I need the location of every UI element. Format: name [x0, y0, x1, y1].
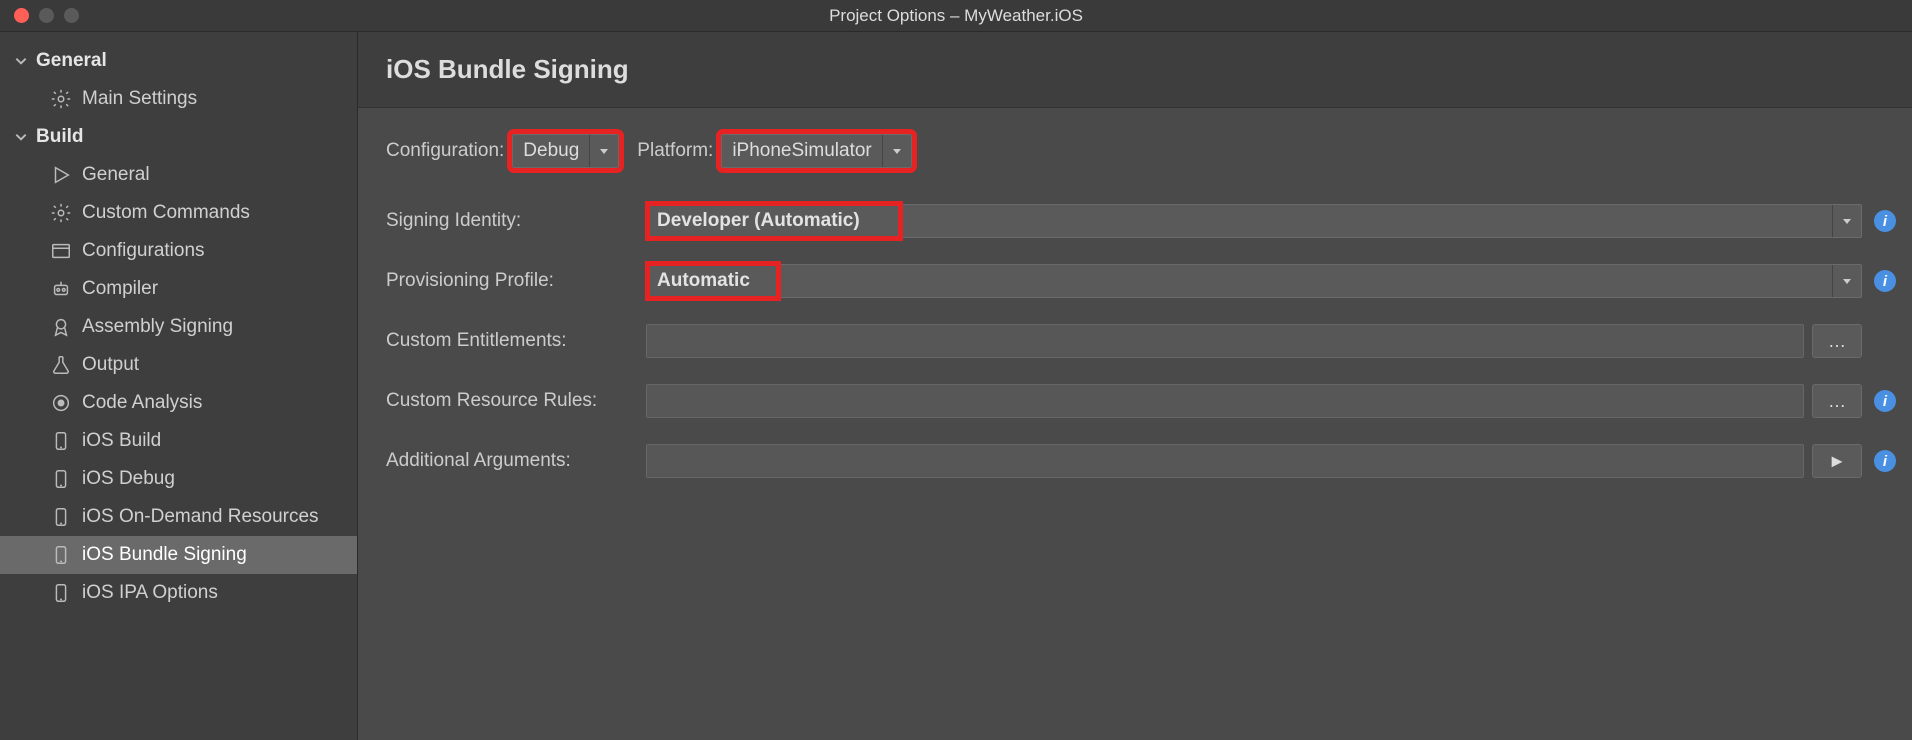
sidebar-section-build[interactable]: Build [0, 118, 357, 156]
target-icon [50, 392, 72, 414]
config-row: Configuration: Debug Platform: iPhoneSim… [362, 134, 1896, 168]
sidebar-item-configurations[interactable]: Configurations [0, 232, 357, 270]
page-title: iOS Bundle Signing [386, 54, 1884, 85]
sidebar: General Main Settings Build General Cust… [0, 32, 358, 740]
sidebar-item-label: iOS Debug [82, 468, 175, 490]
browse-button[interactable]: … [1812, 324, 1862, 358]
configuration-value: Debug [513, 135, 589, 167]
sidebar-item-label: Custom Commands [82, 202, 250, 224]
sidebar-item-label: General [82, 164, 150, 186]
sidebar-section-label: Build [36, 126, 84, 148]
device-icon [50, 582, 72, 604]
device-icon [50, 506, 72, 528]
device-icon [50, 430, 72, 452]
maximize-window-button[interactable] [64, 8, 79, 23]
window-title: Project Options – MyWeather.iOS [0, 6, 1912, 26]
sidebar-item-ios-bundle-signing[interactable]: iOS Bundle Signing [0, 536, 357, 574]
custom-entitlements-label: Custom Entitlements: [386, 330, 646, 352]
sidebar-item-label: Compiler [82, 278, 158, 300]
main-header: iOS Bundle Signing [358, 32, 1912, 108]
window-titlebar: Project Options – MyWeather.iOS [0, 0, 1912, 32]
sidebar-item-compiler[interactable]: Compiler [0, 270, 357, 308]
gear-icon [50, 202, 72, 224]
device-icon [50, 544, 72, 566]
sidebar-item-label: iOS Bundle Signing [82, 544, 247, 566]
signing-identity-value: Developer (Automatic) [647, 205, 1832, 237]
custom-entitlements-input[interactable] [646, 324, 1804, 358]
chevron-down-icon [1832, 265, 1861, 297]
custom-resource-rules-input[interactable] [646, 384, 1804, 418]
sidebar-item-output[interactable]: Output [0, 346, 357, 384]
chevron-down-icon [14, 54, 28, 68]
chevron-down-icon [1832, 205, 1861, 237]
device-icon [50, 468, 72, 490]
provisioning-profile-value: Automatic [647, 265, 1832, 297]
custom-resource-rules-label: Custom Resource Rules: [386, 390, 646, 412]
flask-icon [50, 354, 72, 376]
sidebar-item-custom-commands[interactable]: Custom Commands [0, 194, 357, 232]
robot-icon [50, 278, 72, 300]
info-icon[interactable]: i [1874, 450, 1896, 472]
sidebar-item-main-settings[interactable]: Main Settings [0, 80, 357, 118]
info-icon[interactable]: i [1874, 270, 1896, 292]
sidebar-item-code-analysis[interactable]: Code Analysis [0, 384, 357, 422]
gear-icon [50, 88, 72, 110]
minimize-window-button[interactable] [39, 8, 54, 23]
sidebar-item-label: Assembly Signing [82, 316, 233, 338]
additional-arguments-input[interactable] [646, 444, 1804, 478]
platform-dropdown[interactable]: iPhoneSimulator [721, 134, 911, 168]
sidebar-item-label: Output [82, 354, 139, 376]
traffic-lights [0, 8, 79, 23]
sidebar-item-build-general[interactable]: General [0, 156, 357, 194]
provisioning-profile-dropdown[interactable]: Automatic [646, 264, 1862, 298]
sidebar-item-label: Configurations [82, 240, 205, 262]
sidebar-item-ios-build[interactable]: iOS Build [0, 422, 357, 460]
configuration-label: Configuration: [386, 140, 504, 162]
chevron-down-icon [589, 135, 618, 167]
sidebar-item-ios-debug[interactable]: iOS Debug [0, 460, 357, 498]
badge-icon [50, 316, 72, 338]
sidebar-section-label: General [36, 50, 107, 72]
sidebar-item-label: Code Analysis [82, 392, 202, 414]
chevron-down-icon [882, 135, 911, 167]
provisioning-profile-label: Provisioning Profile: [386, 270, 646, 292]
main-panel: iOS Bundle Signing Configuration: Debug … [358, 32, 1912, 740]
window-icon [50, 240, 72, 262]
sidebar-item-ios-ondemand[interactable]: iOS On-Demand Resources [0, 498, 357, 536]
platform-label: Platform: [637, 140, 713, 162]
sidebar-item-label: Main Settings [82, 88, 197, 110]
sidebar-item-ios-ipa-options[interactable]: iOS IPA Options [0, 574, 357, 612]
sidebar-item-label: iOS On-Demand Resources [82, 506, 319, 528]
sidebar-section-general[interactable]: General [0, 42, 357, 80]
additional-arguments-label: Additional Arguments: [386, 450, 646, 472]
signing-identity-dropdown[interactable]: Developer (Automatic) [646, 204, 1862, 238]
sidebar-item-assembly-signing[interactable]: Assembly Signing [0, 308, 357, 346]
run-button[interactable]: ► [1812, 444, 1862, 478]
configuration-dropdown[interactable]: Debug [512, 134, 619, 168]
chevron-down-icon [14, 130, 28, 144]
signing-identity-label: Signing Identity: [386, 210, 646, 232]
info-icon[interactable]: i [1874, 210, 1896, 232]
info-icon[interactable]: i [1874, 390, 1896, 412]
sidebar-item-label: iOS Build [82, 430, 161, 452]
browse-button[interactable]: … [1812, 384, 1862, 418]
play-icon [50, 164, 72, 186]
close-window-button[interactable] [14, 8, 29, 23]
platform-value: iPhoneSimulator [722, 135, 881, 167]
sidebar-item-label: iOS IPA Options [82, 582, 218, 604]
